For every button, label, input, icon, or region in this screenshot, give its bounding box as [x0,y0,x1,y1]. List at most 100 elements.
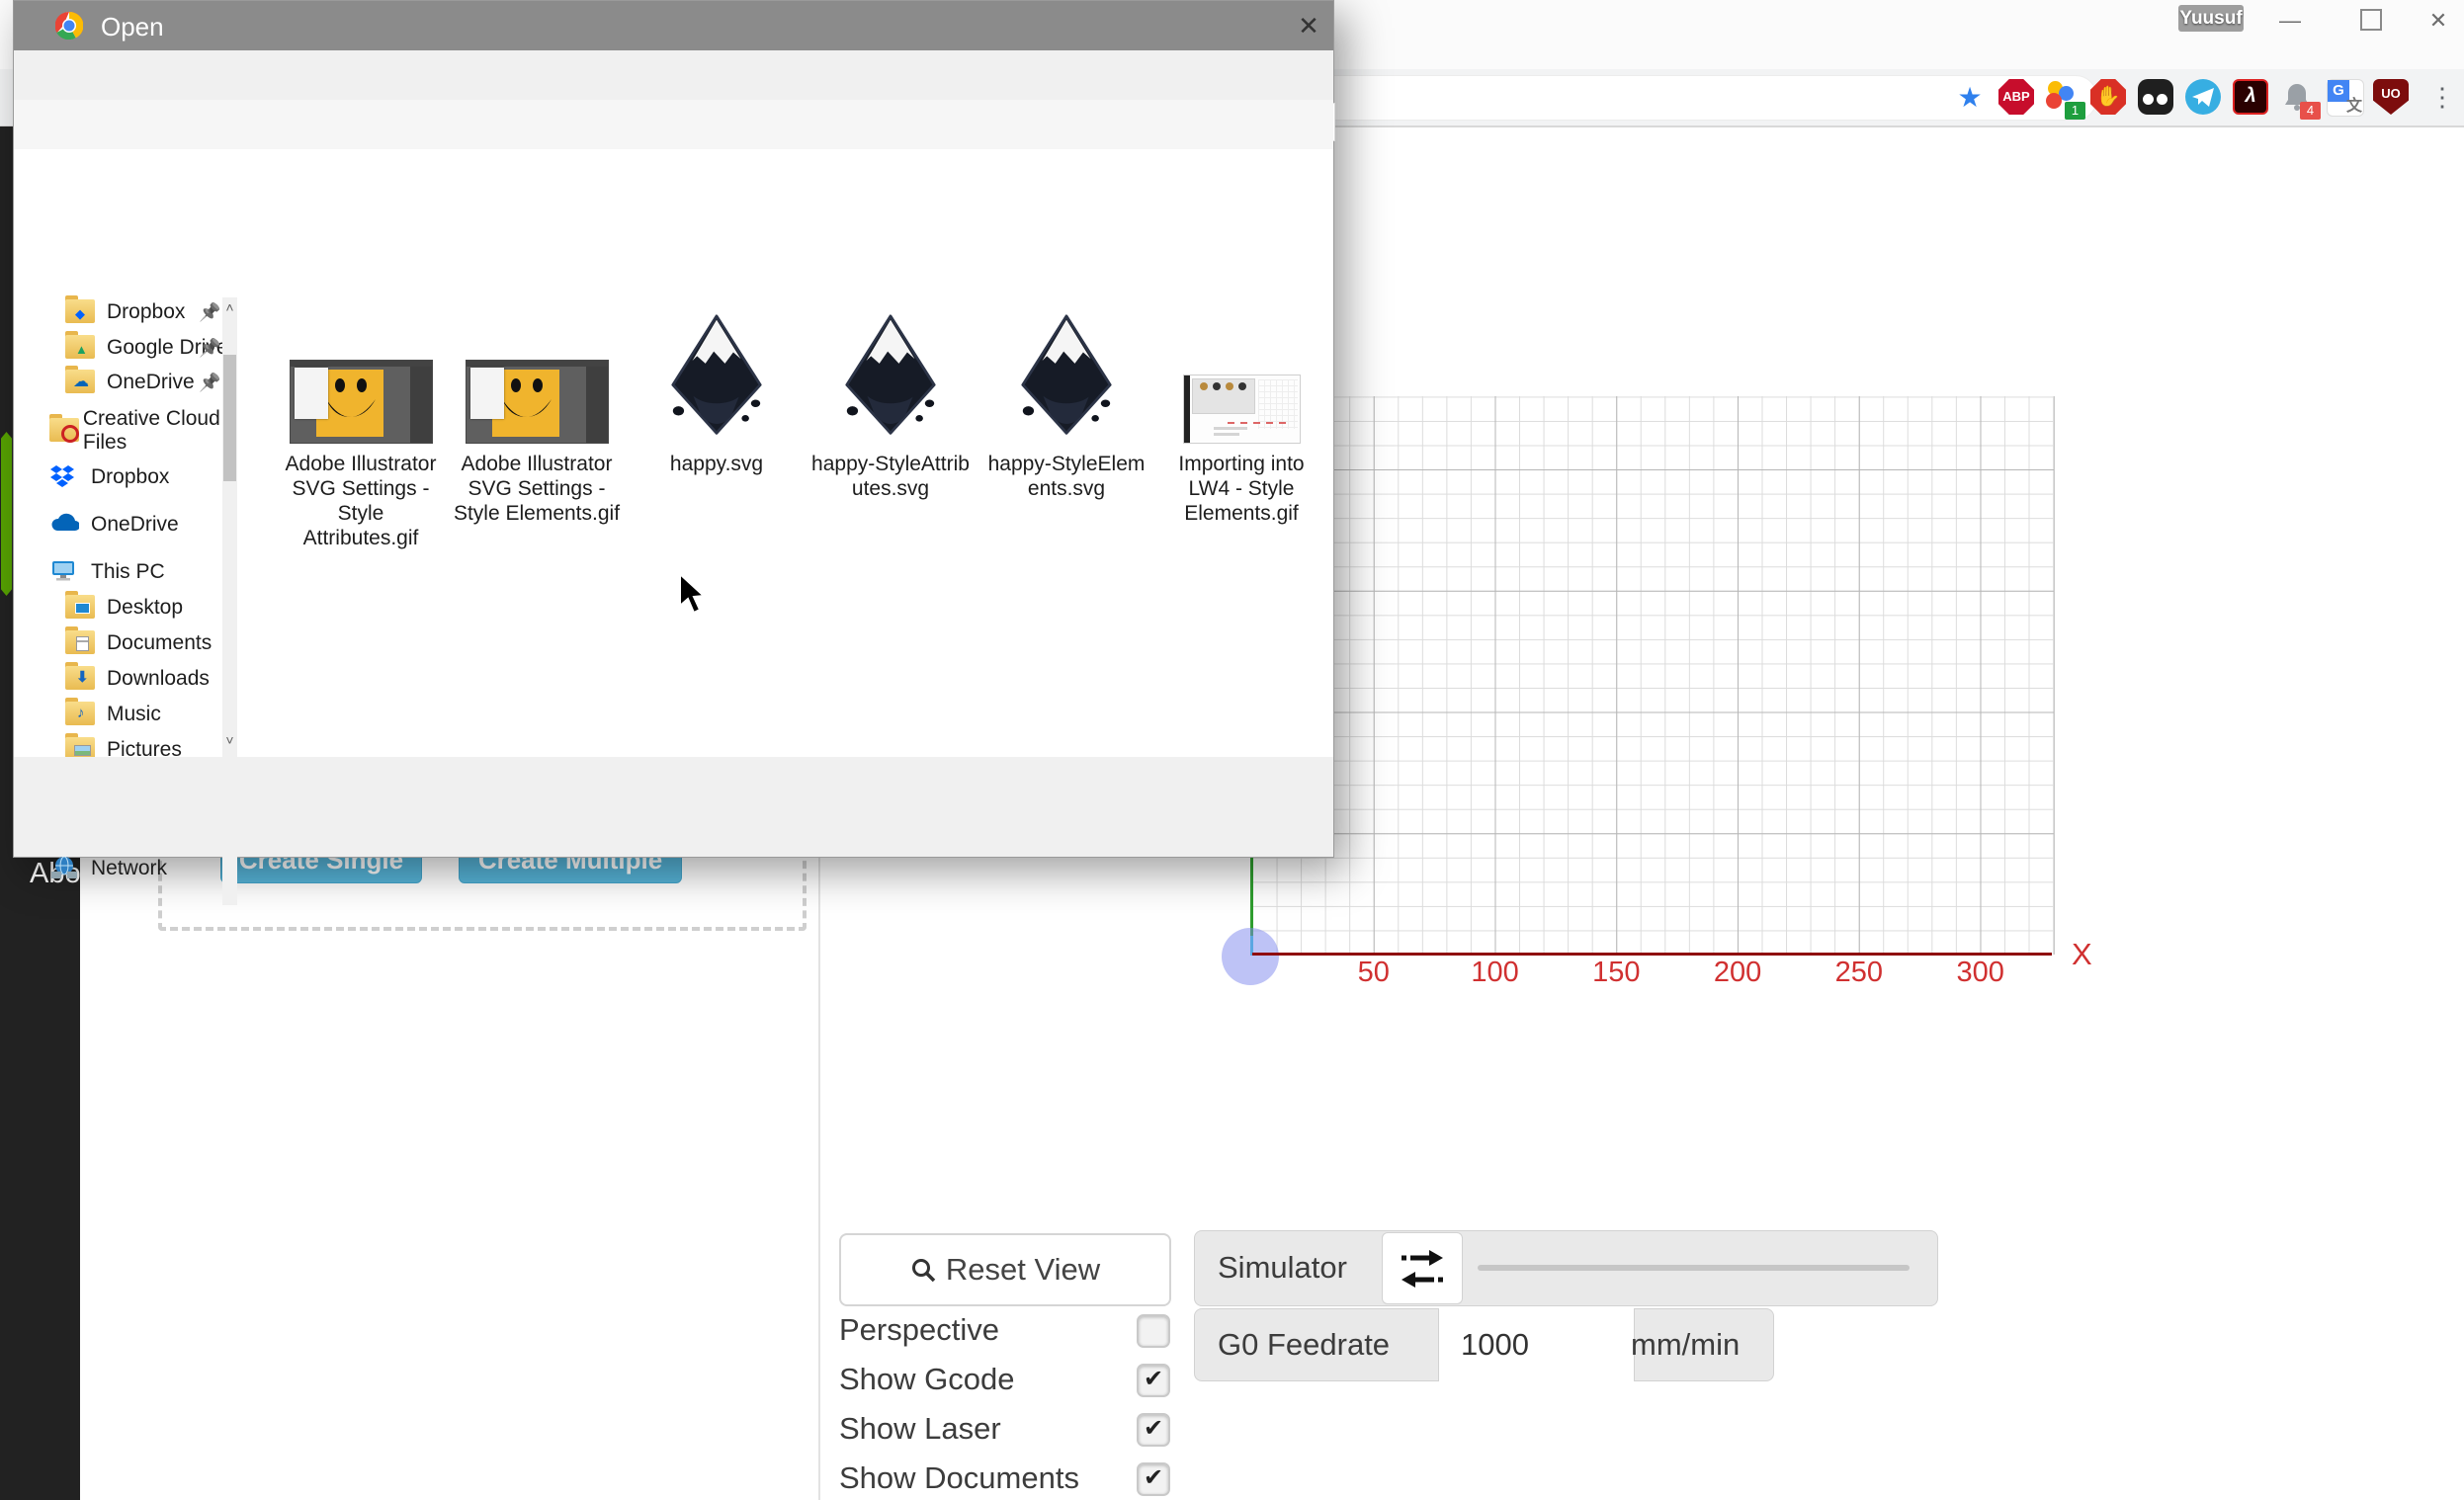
bookmark-star-icon[interactable]: ★ [1955,83,1985,113]
sidebar-item-label: Dropbox [91,465,169,489]
dropbox-icon [49,464,81,490]
sidebar-item-network[interactable]: Network [49,852,222,885]
sidebar-item-onedrive[interactable]: ☁OneDrive📌 [65,366,238,399]
checkbox-show-laser[interactable]: ✔ [1137,1413,1170,1447]
acrobat-extension-icon[interactable]: λ [2233,79,2268,115]
colorful-circles-extension-icon[interactable]: 1 [2044,79,2080,115]
checkbox-show-gcode[interactable]: ✔ [1137,1364,1170,1397]
file-tile[interactable]: happy-StyleElements.svg [978,297,1154,574]
x-axis-tick: 250 [1820,957,1899,989]
x-axis-tick: 150 [1576,957,1656,989]
sidebar-item-label: Documents [107,631,212,655]
simulator-label: Simulator [1218,1250,1347,1286]
x-axis-tick: 200 [1698,957,1777,989]
folder-downloads-icon: ⬇ [65,666,97,692]
magnifier-icon [910,1257,936,1283]
file-name-label: Adobe IllustratorSVG Settings -StyleAttr… [277,452,445,550]
sidebar-item-label: Downloads [107,667,210,691]
file-name-label: Adobe IllustratorSVG Settings -Style Ele… [453,452,621,526]
file-tile[interactable]: happy.svg [629,297,805,574]
ublock-origin-extension-icon[interactable]: UO [2373,79,2409,115]
file-name-label: happy-StyleElements.svg [982,452,1150,501]
scroll-down-icon[interactable]: ˅ [222,732,237,748]
folder-documents-icon [65,630,97,656]
sidebar-item-music[interactable]: ♪Music [65,698,238,731]
toggle-label-show-documents: Show Documents [839,1460,1079,1496]
x-axis-tick: 50 [1334,957,1413,989]
toggle-label-show-laser: Show Laser [839,1411,1001,1447]
network-icon [49,856,81,881]
x-axis-tick: 100 [1456,957,1535,989]
file-tile[interactable]: happy-StyleAttributes.svg [803,297,978,574]
x-axis-line [1252,953,2052,956]
folder-dropbox-icon: ◆ [65,299,97,325]
file-tile[interactable]: Importing intoLW4 - StyleElements.gif [1153,297,1329,574]
browser-menu-icon[interactable]: ⋮ [2429,79,2449,115]
sidebar-item-label: OneDrive [91,513,179,537]
sidebar-item-google-drive[interactable]: ▲Google Drive📌 [65,331,238,365]
this-pc-icon [49,559,81,585]
sidebar-item-label: Dropbox [107,300,185,324]
sidebar-item-documents[interactable]: Documents [65,626,238,660]
file-tile[interactable]: Adobe IllustratorSVG Settings -Style Ele… [449,297,625,574]
sidebar-item-downloads[interactable]: ⬇ Downloads [65,662,238,696]
telegram-extension-icon[interactable] [2185,79,2221,115]
file-name-label: happy-StyleAttributes.svg [807,452,975,501]
creative-cloud-icon [49,418,73,444]
window-maximize-button[interactable] [2360,9,2382,31]
illustrator-screenshot-thumbnail [290,360,433,444]
reset-view-label: Reset View [946,1252,1100,1288]
chrome-icon [55,12,83,40]
workspace-grid[interactable] [1252,396,2055,955]
screen: Yuusuf — ✕ ★ ABP1✋λ4G文UO⋮ About Create S… [0,0,2464,1500]
g0-feedrate-label: G0 Feedrate [1218,1327,1390,1363]
stop-hand-extension-icon[interactable]: ✋ [2090,79,2126,115]
open-file-dialog: Open ✕ ← → ▾ ↑ ›This PC›BOOTCAMP (C:)›La… [13,0,1334,858]
file-name-label: Importing intoLW4 - StyleElements.gif [1157,452,1325,526]
sidebar-item-onedrive[interactable]: OneDrive [49,508,222,542]
origin-marker [1222,928,1279,985]
sidebar-item-dropbox[interactable]: Dropbox [49,460,222,494]
g0-feedrate-input[interactable] [1438,1308,1635,1381]
pin-icon: 📌 [199,338,220,359]
sidebar-item-dropbox[interactable]: ◆Dropbox📌 [65,295,238,329]
sidebar-item-label: OneDrive [107,371,195,394]
onedrive-icon [49,512,81,538]
folder-gdrive-icon: ▲ [65,335,97,361]
checkbox-show-documents[interactable]: ✔ [1137,1462,1170,1496]
checkbox-perspective[interactable] [1137,1314,1170,1348]
window-minimize-button[interactable]: — [2273,6,2307,36]
notifier-bell-extension-icon[interactable]: 4 [2279,79,2315,115]
dialog-titlebar[interactable]: Open ✕ [14,1,1333,50]
sidebar-accent-bar [1,432,12,596]
sidebar-item-label: Network [91,857,167,880]
browser-profile-badge[interactable]: Yuusuf [2178,5,2244,32]
dark-reader-extension-icon[interactable] [2138,79,2173,115]
adblock-plus-extension-icon[interactable]: ABP [1998,79,2034,115]
file-tile[interactable]: Adobe IllustratorSVG Settings -StyleAttr… [273,297,449,574]
mouse-cursor [678,572,712,616]
file-icon [1153,297,1329,444]
folder-music-icon: ♪ [65,702,97,727]
sidebar-scrollbar-thumb[interactable] [223,355,236,481]
file-icon [803,297,978,444]
x-axis-tick: 300 [1941,957,2020,989]
dialog-close-button[interactable]: ✕ [1291,9,1326,42]
scroll-up-icon[interactable]: ˄ [222,299,237,315]
toggle-label-perspective: Perspective [839,1312,999,1348]
extension-badge: 1 [2065,102,2085,120]
file-icon [273,297,449,444]
sidebar-item-label: Creative Cloud Files [83,407,222,455]
window-close-button[interactable]: ✕ [2422,6,2455,36]
inkscape-logo-icon [835,314,946,444]
sidebar-item-desktop[interactable]: Desktop [65,591,238,625]
google-translate-extension-icon[interactable]: G文 [2327,79,2362,115]
reset-view-button[interactable]: Reset View [839,1233,1171,1306]
simulation-slider[interactable] [1478,1265,1910,1271]
laserweb-screenshot-thumbnail [1183,375,1301,444]
sidebar-item-this-pc[interactable]: This PC [49,555,222,589]
sidebar-item-creative-cloud-files[interactable]: Creative Cloud Files [49,414,222,448]
sidebar-item-label: Desktop [107,596,183,620]
simulate-button[interactable] [1382,1232,1463,1304]
dialog-footer: File name: ⌄ All Files ⌄ Open Cancel ⠿ [14,757,1333,857]
